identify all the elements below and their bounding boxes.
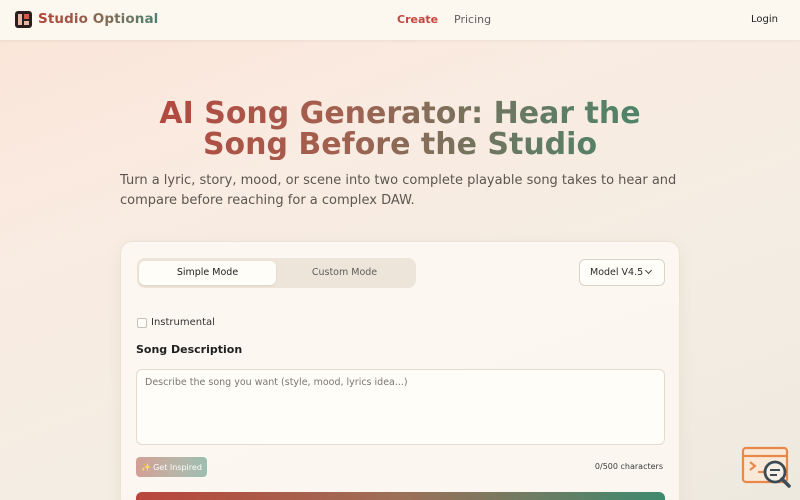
get-inspired-label: Get Inspired (153, 462, 202, 472)
song-generator-card: Simple Mode Custom Mode Model V4.5 Instr… (120, 241, 680, 500)
page-subtitle-line-1: Turn a lyric, story, mood, or scene into… (120, 173, 677, 188)
sparkle-icon: ✨ (141, 462, 152, 472)
page-title-line-1: AI Song Generator: Hear the (159, 96, 641, 131)
page-subtitle-line-2: compare before reaching for a complex DA… (120, 193, 415, 208)
get-inspired-button[interactable]: ✨ Get Inspired (136, 457, 207, 477)
tab-simple-mode[interactable]: Simple Mode (139, 261, 276, 285)
search-code-icon[interactable] (741, 446, 791, 490)
mode-toggle: Simple Mode Custom Mode (137, 258, 416, 288)
chevron-down-icon (644, 266, 653, 275)
instrumental-label[interactable]: Instrumental (151, 317, 215, 328)
nav-link-create[interactable]: Create (397, 13, 438, 26)
page-title: AI Song Generator: Hear the Song Before … (100, 98, 700, 160)
character-count: 0/500 characters (594, 462, 663, 471)
song-description-label: Song Description (136, 343, 243, 356)
page-subtitle: Turn a lyric, story, mood, or scene into… (120, 171, 690, 211)
nav-link-pricing[interactable]: Pricing (454, 13, 491, 26)
top-navbar: Studio Optional Create Pricing Login (0, 0, 800, 40)
model-select-value: Model V4.5 (590, 267, 644, 278)
model-select[interactable]: Model V4.5 (579, 259, 665, 286)
generate-button[interactable] (136, 492, 665, 500)
tab-custom-mode[interactable]: Custom Mode (276, 261, 413, 285)
instrumental-checkbox[interactable] (137, 318, 147, 328)
page-title-line-2: Song Before the Studio (202, 127, 598, 162)
login-link[interactable]: Login (751, 14, 778, 25)
song-description-input[interactable] (136, 369, 665, 445)
brand-name[interactable]: Studio Optional (38, 11, 158, 27)
logo-icon[interactable] (15, 11, 32, 28)
